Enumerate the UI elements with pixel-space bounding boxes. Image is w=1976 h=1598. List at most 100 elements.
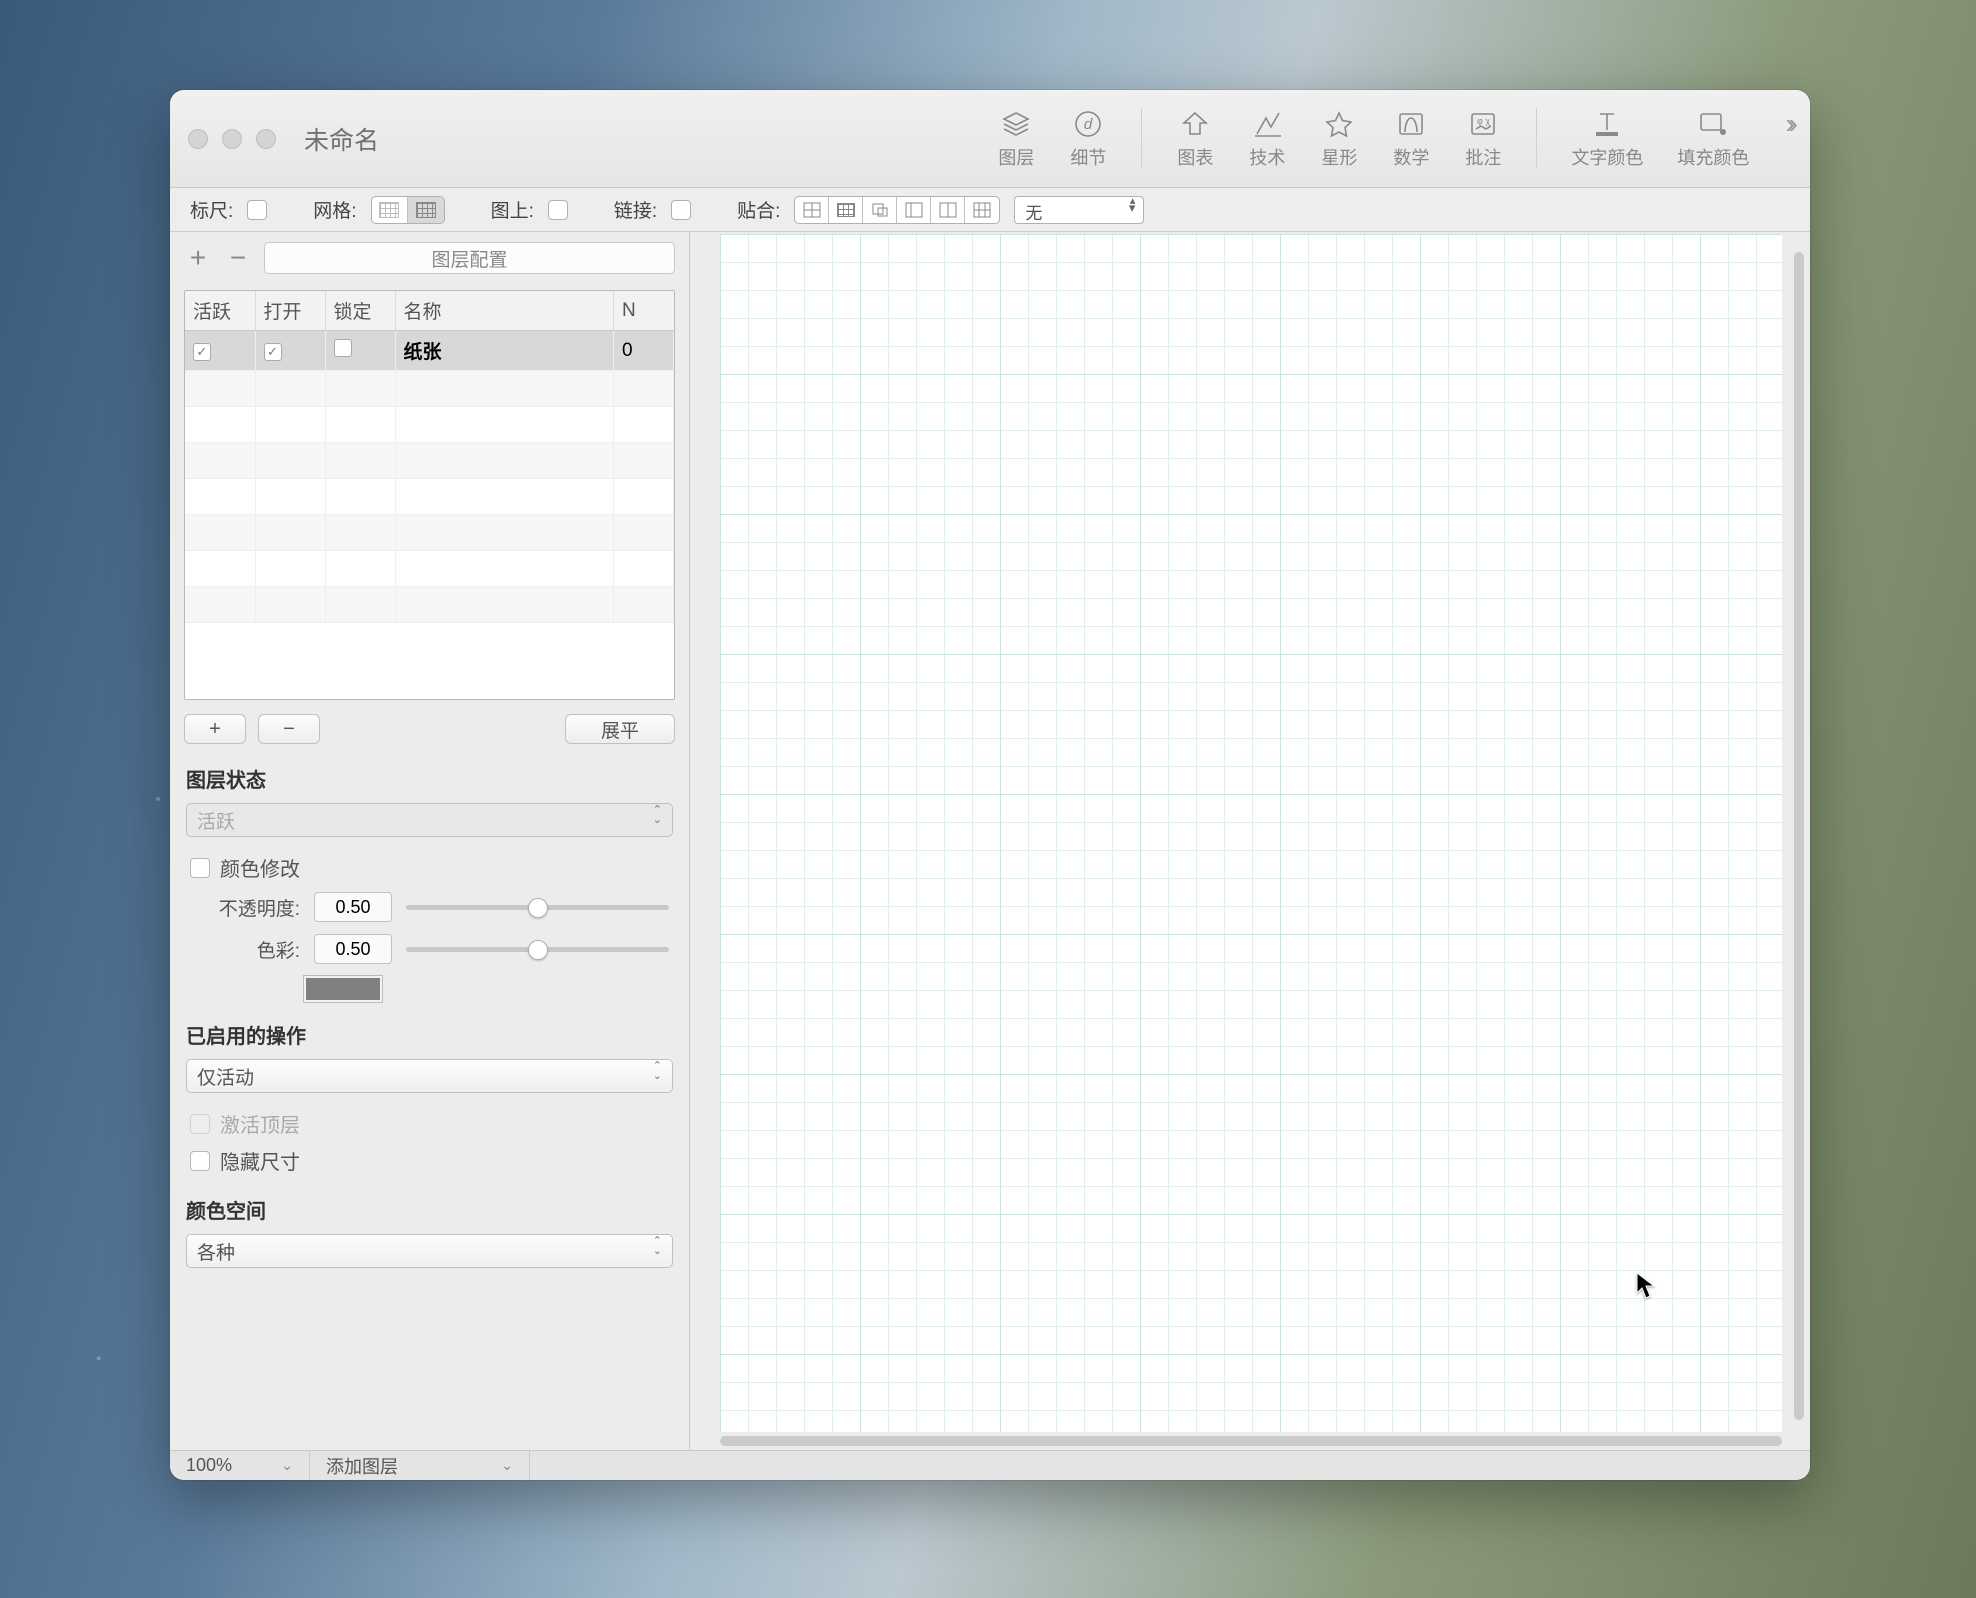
toolbar-fill-color[interactable]: 填充颜色 xyxy=(1665,108,1761,170)
color-space-heading: 颜色空间 xyxy=(170,1189,689,1230)
table-row[interactable] xyxy=(185,479,674,515)
add-layer-select[interactable]: 添加图层⌄ xyxy=(310,1451,530,1480)
table-row[interactable] xyxy=(185,443,674,479)
layer-state-select[interactable]: 活跃 xyxy=(186,803,673,837)
ruler-label: 标尺: xyxy=(190,196,233,223)
sidebar: + − 图层配置 活跃 打开 锁定 名称 N ✓ ✓ xyxy=(170,232,690,1450)
th-open[interactable]: 打开 xyxy=(255,291,325,331)
status-bar: 100%⌄ 添加图层⌄ xyxy=(170,1450,1810,1480)
link-label: 链接: xyxy=(614,196,657,223)
grid-segment xyxy=(371,196,445,224)
snap-select[interactable]: 无 xyxy=(1014,196,1144,224)
th-name[interactable]: 名称 xyxy=(395,291,614,331)
app-window: 未命名 图层 d 细节 图表 技术 xyxy=(170,90,1810,1480)
zoom-select[interactable]: 100%⌄ xyxy=(170,1451,310,1480)
canvas-area[interactable] xyxy=(690,232,1810,1450)
grid-mode-1[interactable] xyxy=(372,197,408,223)
row-name: 纸张 xyxy=(404,342,442,363)
snap-opt-5[interactable] xyxy=(931,197,965,223)
tint-label: 色彩: xyxy=(190,936,300,963)
add-layer-button[interactable]: + xyxy=(184,714,246,744)
ontop-checkbox[interactable] xyxy=(548,200,568,220)
horizontal-scrollbar[interactable] xyxy=(720,1436,1782,1446)
row-n: 0 xyxy=(614,331,674,371)
table-row[interactable]: ✓ ✓ 纸张 0 xyxy=(185,331,674,371)
text-color-icon xyxy=(1588,108,1626,140)
toolbar-math[interactable]: 数学 xyxy=(1380,108,1442,170)
chevron-down-icon: ⌄ xyxy=(501,1457,513,1474)
ontop-label: 图上: xyxy=(491,196,534,223)
layers-icon xyxy=(997,108,1035,140)
color-space-select[interactable]: 各种 xyxy=(186,1234,673,1268)
toolbar-chart[interactable]: 图表 xyxy=(1164,108,1226,170)
chart-icon xyxy=(1176,108,1214,140)
th-lock[interactable]: 锁定 xyxy=(325,291,395,331)
add-config-button[interactable]: + xyxy=(184,244,212,272)
toolbar-annot[interactable]: φ χ 批注 xyxy=(1452,108,1514,170)
toolbar-star[interactable]: 星形 xyxy=(1308,108,1370,170)
vertical-scrollbar[interactable] xyxy=(1794,252,1804,1420)
toolbar: 图层 d 细节 图表 技术 星形 xyxy=(985,108,1792,170)
ruler-checkbox[interactable] xyxy=(247,200,267,220)
row-active-check[interactable]: ✓ xyxy=(193,343,211,361)
opacity-slider[interactable] xyxy=(406,905,669,910)
canvas-paper[interactable] xyxy=(720,234,1782,1432)
grid-mode-2[interactable] xyxy=(408,197,444,223)
snap-opt-2[interactable] xyxy=(829,197,863,223)
hide-dims-row[interactable]: 隐藏尺寸 xyxy=(170,1142,689,1179)
link-checkbox[interactable] xyxy=(671,200,691,220)
zoom-icon[interactable] xyxy=(256,129,276,149)
tech-icon xyxy=(1248,108,1286,140)
svg-text:d: d xyxy=(1084,116,1093,133)
titlebar: 未命名 图层 d 细节 图表 技术 xyxy=(170,90,1810,188)
flatten-button[interactable]: 展平 xyxy=(565,714,675,744)
window-controls xyxy=(188,129,276,149)
star-icon xyxy=(1320,108,1358,140)
toolbar-detail[interactable]: d 细节 xyxy=(1057,108,1119,170)
table-row[interactable] xyxy=(185,515,674,551)
snap-opt-6[interactable] xyxy=(965,197,999,223)
table-row[interactable] xyxy=(185,587,674,623)
snap-label: 贴合: xyxy=(737,196,780,223)
opacity-field[interactable] xyxy=(314,892,392,922)
toolbar-overflow-icon[interactable]: ›› xyxy=(1785,108,1792,140)
options-bar: 标尺: 网格: 图上: 链接: 贴合: 无 xyxy=(170,188,1810,232)
row-lock-check[interactable] xyxy=(334,339,352,357)
snap-opt-1[interactable] xyxy=(795,197,829,223)
window-title: 未命名 xyxy=(304,121,379,157)
color-swatch[interactable] xyxy=(304,976,382,1002)
layer-state-heading: 图层状态 xyxy=(170,758,689,799)
detail-icon: d xyxy=(1069,108,1107,140)
snap-opt-4[interactable] xyxy=(897,197,931,223)
grid-label: 网格: xyxy=(313,196,356,223)
row-open-check[interactable]: ✓ xyxy=(264,343,282,361)
color-mod-row[interactable]: 颜色修改 xyxy=(170,849,689,886)
minimize-icon[interactable] xyxy=(222,129,242,149)
th-n[interactable]: N xyxy=(614,291,674,331)
remove-config-button[interactable]: − xyxy=(224,244,252,272)
toolbar-tech[interactable]: 技术 xyxy=(1236,108,1298,170)
enabled-ops-heading: 已启用的操作 xyxy=(170,1014,689,1055)
toolbar-layers[interactable]: 图层 xyxy=(985,108,1047,170)
tint-slider[interactable] xyxy=(406,947,669,952)
remove-layer-button[interactable]: − xyxy=(258,714,320,744)
activate-top-row: 激活顶层 xyxy=(170,1105,689,1142)
chevron-down-icon: ⌄ xyxy=(281,1457,293,1474)
tint-field[interactable] xyxy=(314,934,392,964)
table-row[interactable] xyxy=(185,371,674,407)
snap-segment xyxy=(794,196,1000,224)
svg-text:φ χ: φ χ xyxy=(1477,116,1490,126)
layer-config-field[interactable]: 图层配置 xyxy=(264,242,675,274)
close-icon[interactable] xyxy=(188,129,208,149)
toolbar-text-color[interactable]: 文字颜色 xyxy=(1559,108,1655,170)
fill-color-icon xyxy=(1694,108,1732,140)
opacity-label: 不透明度: xyxy=(190,894,300,921)
math-icon xyxy=(1392,108,1430,140)
enabled-ops-select[interactable]: 仅活动 xyxy=(186,1059,673,1093)
annot-icon: φ χ xyxy=(1464,108,1502,140)
th-active[interactable]: 活跃 xyxy=(185,291,255,331)
table-row[interactable] xyxy=(185,407,674,443)
table-row[interactable] xyxy=(185,551,674,587)
snap-opt-3[interactable] xyxy=(863,197,897,223)
layer-table: 活跃 打开 锁定 名称 N ✓ ✓ 纸张 0 xyxy=(184,290,675,700)
